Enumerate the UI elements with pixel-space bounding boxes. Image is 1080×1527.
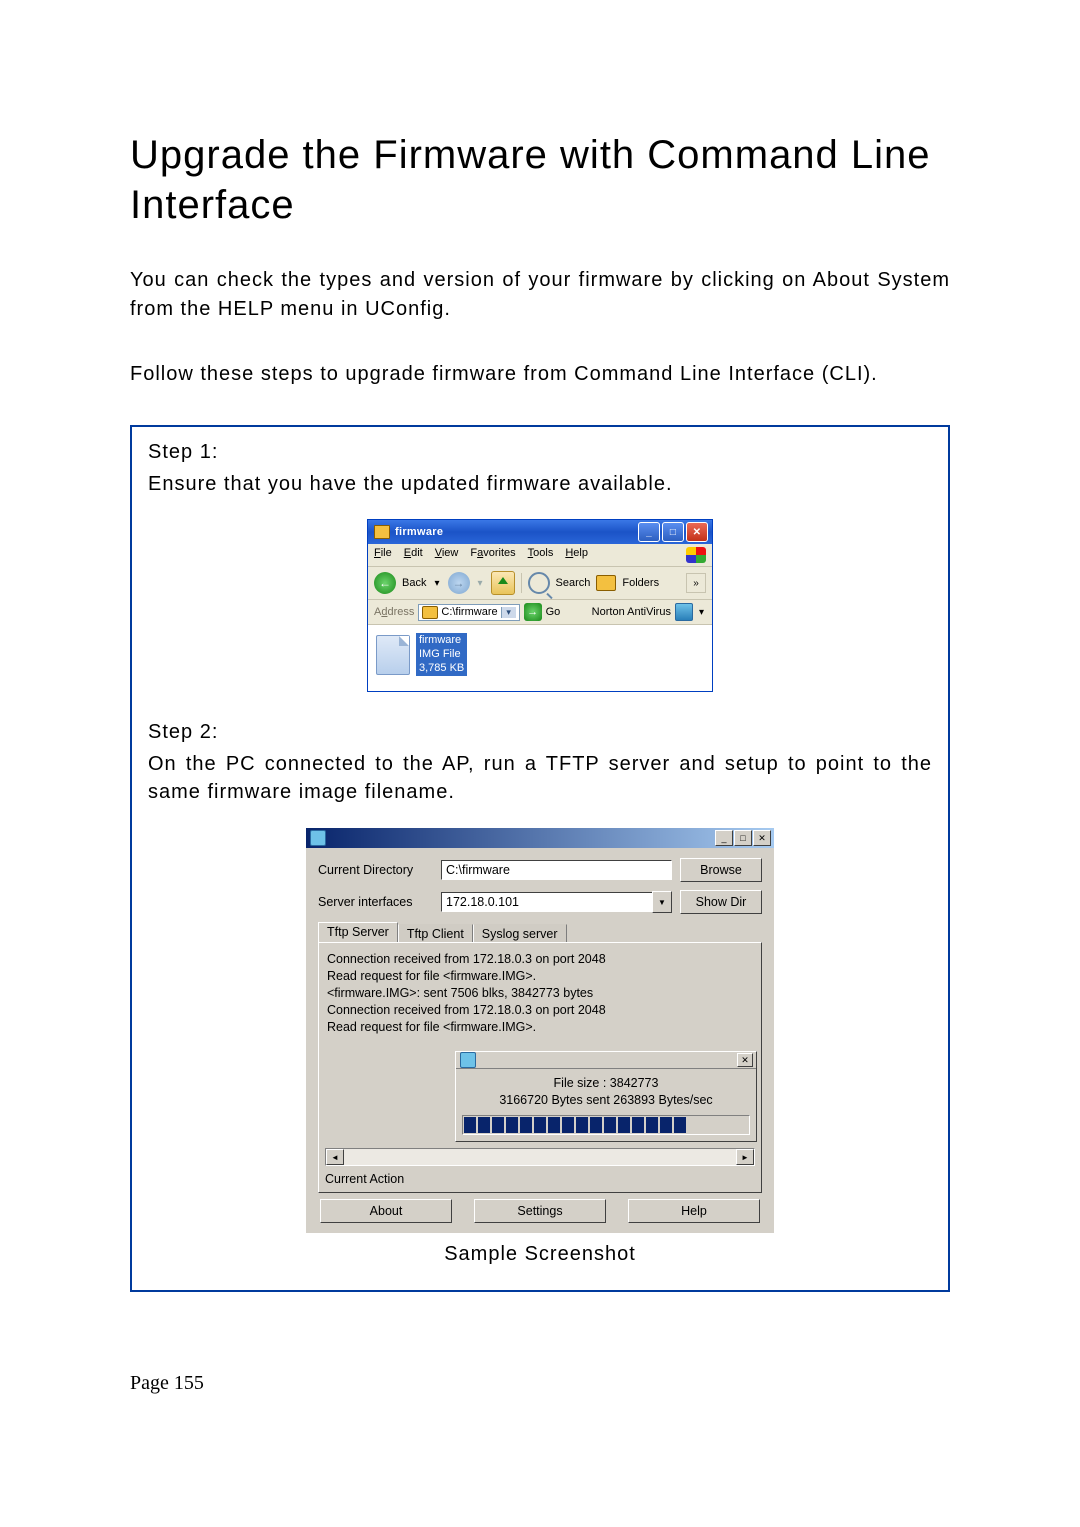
app-icon xyxy=(310,830,326,846)
scroll-right-icon[interactable]: ► xyxy=(736,1149,754,1165)
address-value: C:\firmware xyxy=(441,606,497,618)
file-label: firmware IMG File 3,785 KB xyxy=(416,633,467,676)
help-button[interactable]: Help xyxy=(628,1199,760,1223)
tab-syslog-server[interactable]: Syslog server xyxy=(473,924,567,944)
back-label[interactable]: Back xyxy=(402,577,426,589)
explorer-titlebar: firmware _ □ ✕ xyxy=(368,520,712,544)
dir-input[interactable] xyxy=(441,860,672,880)
if-select[interactable] xyxy=(441,892,662,912)
explorer-content: firmware IMG File 3,785 KB xyxy=(368,625,712,691)
menu-help[interactable]: Help xyxy=(565,547,588,563)
tftp-tabs: Tftp Server Tftp Client Syslog server xyxy=(318,922,762,942)
explorer-window: firmware _ □ ✕ File Edit View Favorites … xyxy=(368,520,712,691)
filesize-text: File size : 3842773 xyxy=(462,1075,750,1092)
scroll-left-icon[interactable]: ◄ xyxy=(326,1149,344,1165)
explorer-toolbar: ← Back ▾ → ▾ Search Folders » xyxy=(368,567,712,600)
minimize-button[interactable]: _ xyxy=(715,830,733,846)
step2-label: Step 2: xyxy=(148,721,932,744)
explorer-menubar: File Edit View Favorites Tools Help xyxy=(368,544,712,567)
intro-para-1: You can check the types and version of y… xyxy=(130,266,950,324)
menu-tools[interactable]: Tools xyxy=(528,547,554,563)
list-item[interactable]: firmware IMG File 3,785 KB xyxy=(376,633,704,676)
back-menu-chev-icon[interactable]: ▾ xyxy=(432,578,441,589)
antivirus-icon[interactable] xyxy=(675,603,693,621)
address-dropdown-icon[interactable]: ▾ xyxy=(501,607,516,618)
showdir-button[interactable]: Show Dir xyxy=(680,890,762,914)
page: Upgrade the Firmware with Command Line I… xyxy=(0,0,1080,1455)
go-label[interactable]: Go xyxy=(546,606,561,618)
transfer-popup: ✕ File size : 3842773 3166720 Bytes sent… xyxy=(455,1051,757,1142)
maximize-button[interactable]: □ xyxy=(662,522,684,542)
tftp-log: Connection received from 172.18.0.3 on p… xyxy=(325,949,755,1041)
av-label[interactable]: Norton AntiVirus xyxy=(592,606,671,618)
tab-tftp-client[interactable]: Tftp Client xyxy=(398,924,473,944)
step2-text: On the PC connected to the AP, run a TFT… xyxy=(148,750,932,806)
search-label[interactable]: Search xyxy=(556,577,591,589)
current-action-label: Current Action xyxy=(325,1172,755,1186)
folders-label[interactable]: Folders xyxy=(622,577,659,589)
page-number: Page 155 xyxy=(130,1372,950,1395)
tftp-window: _ □ ✕ Current Directory Browse Server in… xyxy=(306,828,774,1233)
minimize-button[interactable]: _ xyxy=(638,522,660,542)
settings-button[interactable]: Settings xyxy=(474,1199,606,1223)
menu-edit[interactable]: Edit xyxy=(404,547,423,563)
tftp-titlebar: _ □ ✕ xyxy=(306,828,774,848)
screenshot-caption: Sample Screenshot xyxy=(148,1243,932,1266)
browse-button[interactable]: Browse xyxy=(680,858,762,882)
progress-bar xyxy=(462,1115,750,1135)
fwd-menu-chev-icon: ▾ xyxy=(476,578,485,589)
menu-file[interactable]: File xyxy=(374,547,392,563)
explorer-title: firmware xyxy=(395,526,638,538)
steps-box: Step 1: Ensure that you have the updated… xyxy=(130,425,950,1292)
if-label: Server interfaces xyxy=(318,895,433,909)
tab-tftp-server[interactable]: Tftp Server xyxy=(318,922,398,942)
close-button[interactable]: ✕ xyxy=(753,830,771,846)
forward-button[interactable]: → xyxy=(448,572,470,594)
address-field[interactable]: C:\firmware ▾ xyxy=(418,604,519,621)
up-button[interactable] xyxy=(491,571,515,595)
app-icon xyxy=(460,1052,476,1068)
close-button[interactable]: ✕ xyxy=(686,522,708,542)
search-icon[interactable] xyxy=(528,572,550,594)
about-button[interactable]: About xyxy=(320,1199,452,1223)
page-title: Upgrade the Firmware with Command Line I… xyxy=(130,130,950,230)
maximize-button[interactable]: □ xyxy=(734,830,752,846)
if-dropdown-icon[interactable]: ▼ xyxy=(652,891,672,913)
menu-view[interactable]: View xyxy=(435,547,459,563)
back-button[interactable]: ← xyxy=(374,572,396,594)
popup-close-button[interactable]: ✕ xyxy=(737,1053,753,1067)
av-menu-chev-icon[interactable]: ▾ xyxy=(697,607,706,618)
bytes-text: 3166720 Bytes sent 263893 Bytes/sec xyxy=(462,1092,750,1109)
img-file-icon xyxy=(376,635,410,675)
step1-text: Ensure that you have the updated firmwar… xyxy=(148,470,932,498)
intro-para-2: Follow these steps to upgrade firmware f… xyxy=(130,360,950,389)
log-scrollbar[interactable]: ◄ ► xyxy=(325,1148,755,1166)
explorer-addressbar: Address C:\firmware ▾ → Go Norton AntiVi… xyxy=(368,600,712,625)
windows-logo-icon xyxy=(686,547,706,563)
address-label: Address xyxy=(374,606,414,618)
go-button[interactable]: → xyxy=(524,603,542,621)
folder-icon xyxy=(374,525,390,539)
tftp-panel: Connection received from 172.18.0.3 on p… xyxy=(318,942,762,1193)
folders-icon[interactable] xyxy=(596,575,616,591)
menu-favorites[interactable]: Favorites xyxy=(470,547,515,563)
toolbar-overflow-button[interactable]: » xyxy=(686,573,706,593)
dir-label: Current Directory xyxy=(318,863,433,877)
folder-icon xyxy=(422,606,438,619)
step1-label: Step 1: xyxy=(148,441,932,464)
